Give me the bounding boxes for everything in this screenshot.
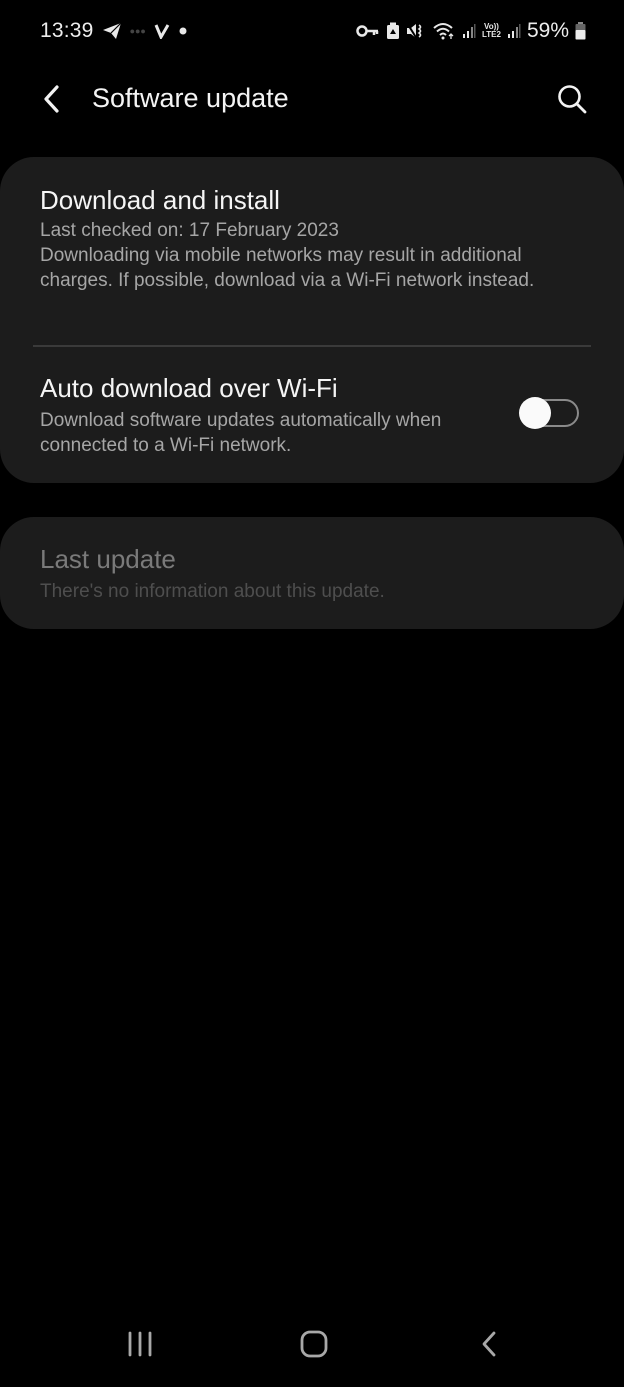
download-and-install-title: Download and install	[40, 185, 280, 215]
wifi-icon	[432, 22, 456, 40]
auto-download-title: Auto download over Wi-Fi	[40, 373, 338, 403]
system-back-button[interactable]	[459, 1321, 519, 1367]
recents-button[interactable]	[110, 1321, 170, 1367]
notification-icon: ●●●	[129, 26, 146, 36]
last-update-description: There's no information about this update…	[40, 581, 385, 602]
volte-lte2-icon: Vo)) LTE2	[482, 23, 501, 39]
battery-percent: 59%	[526, 19, 569, 42]
recents-icon	[128, 1331, 152, 1357]
chevron-left-icon	[44, 85, 59, 113]
last-update-item: Last update There's no information about…	[40, 543, 584, 604]
signal-icon	[462, 23, 476, 39]
page-title: Software update	[92, 83, 289, 113]
search-icon	[558, 85, 587, 114]
last-checked-text: Last checked on: 17 February 2023	[40, 220, 339, 241]
back-icon	[482, 1331, 496, 1357]
auto-download-toggle[interactable]	[519, 397, 579, 431]
signal-2-icon	[507, 23, 521, 39]
status-bar-left: 13:39 ●●●	[40, 19, 188, 43]
volte-bottom-label: LTE2	[482, 30, 501, 39]
battery-icon	[575, 22, 586, 40]
status-bar: 13:39 ●●● Vo)) LTE2 59%	[0, 0, 624, 65]
mobile-network-note: Downloading via mobile networks may resu…	[40, 245, 535, 291]
home-button[interactable]	[284, 1321, 344, 1367]
last-update-title: Last update	[40, 544, 176, 574]
mute-vibrate-icon	[406, 22, 426, 40]
telegram-icon	[102, 22, 122, 40]
dot-icon	[178, 26, 188, 36]
app-header: Software update	[0, 65, 624, 135]
battery-saver-icon	[386, 22, 400, 40]
divider	[33, 345, 591, 347]
key-icon	[356, 24, 380, 38]
update-settings-card: Download and install Last checked on: 17…	[0, 157, 624, 483]
navigation-bar	[0, 1307, 624, 1387]
search-button[interactable]	[552, 79, 592, 119]
toggle-thumb	[519, 397, 551, 429]
last-update-card: Last update There's no information about…	[0, 517, 624, 629]
auto-download-item[interactable]: Auto download over Wi-Fi Download softwa…	[40, 372, 484, 458]
download-and-install-item[interactable]: Download and install Last checked on: 17…	[40, 184, 584, 293]
vpn-app-icon	[154, 23, 170, 39]
back-button[interactable]	[34, 81, 70, 117]
auto-download-description: Download software updates automatically …	[40, 410, 442, 456]
status-time: 13:39	[40, 19, 94, 42]
home-icon	[300, 1330, 328, 1358]
status-bar-right: Vo)) LTE2 59%	[356, 19, 586, 43]
